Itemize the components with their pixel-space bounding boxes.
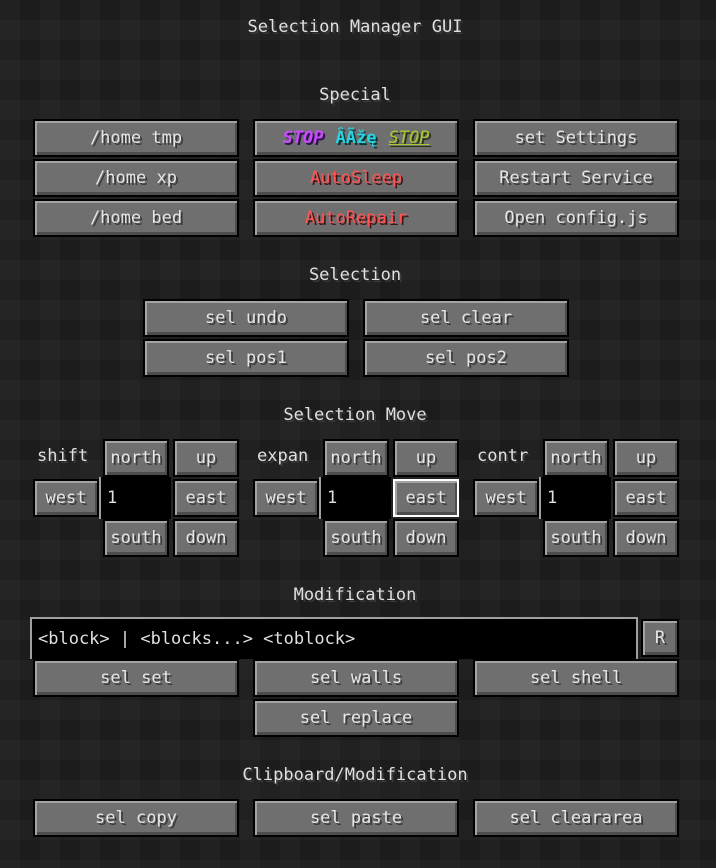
shift-label: shift — [37, 446, 89, 466]
stop-label-2: STOP — [388, 128, 430, 148]
set-settings-button[interactable]: set Settings — [473, 119, 679, 157]
obfuscated-text: ÂÃžę — [335, 128, 377, 148]
contract-east-button[interactable]: east — [613, 479, 679, 517]
restart-service-button[interactable]: Restart Service — [473, 159, 679, 197]
autosleep-button[interactable]: AutoSleep — [253, 159, 459, 197]
stop-button[interactable]: STOP ÂÃžę STOP — [253, 119, 459, 157]
selection-move-heading: Selection Move — [283, 405, 427, 425]
home-xp-button[interactable]: /home xp — [33, 159, 239, 197]
contract-up-button[interactable]: up — [613, 439, 679, 477]
selection-heading: Selection — [308, 265, 402, 285]
sel-pos2-button[interactable]: sel pos2 — [363, 339, 569, 377]
sel-cleararea-button[interactable]: sel cleararea — [473, 799, 679, 837]
shift-up-button[interactable]: up — [173, 439, 239, 477]
sel-copy-button[interactable]: sel copy — [33, 799, 239, 837]
shift-east-button[interactable]: east — [173, 479, 239, 517]
stop-label-1: STOP — [282, 128, 324, 148]
sel-set-button[interactable]: sel set — [33, 659, 239, 697]
contract-down-button[interactable]: down — [613, 519, 679, 557]
expand-up-button[interactable]: up — [393, 439, 459, 477]
autorepair-button[interactable]: AutoRepair — [253, 199, 459, 237]
sel-undo-button[interactable]: sel undo — [143, 299, 349, 337]
sel-pos1-button[interactable]: sel pos1 — [143, 339, 349, 377]
open-config-button[interactable]: Open config.js — [473, 199, 679, 237]
r-button[interactable]: R — [641, 619, 679, 657]
shift-north-button[interactable]: north — [103, 439, 169, 477]
expand-label: expan — [257, 446, 309, 466]
sel-replace-button[interactable]: sel replace — [253, 699, 459, 737]
gui-title: Selection Manager GUI — [247, 17, 463, 37]
sel-paste-button[interactable]: sel paste — [253, 799, 459, 837]
home-tmp-button[interactable]: /home tmp — [33, 119, 239, 157]
modification-heading: Modification — [293, 585, 417, 605]
shift-amount-input[interactable]: 1 — [99, 477, 171, 519]
contract-amount-input[interactable]: 1 — [539, 477, 611, 519]
shift-down-button[interactable]: down — [173, 519, 239, 557]
expand-west-button[interactable]: west — [253, 479, 319, 517]
shift-west-button[interactable]: west — [33, 479, 99, 517]
contract-north-button[interactable]: north — [543, 439, 609, 477]
sel-clear-button[interactable]: sel clear — [363, 299, 569, 337]
shift-south-button[interactable]: south — [103, 519, 169, 557]
sel-shell-button[interactable]: sel shell — [473, 659, 679, 697]
expand-down-button[interactable]: down — [393, 519, 459, 557]
block-pattern-input[interactable]: <block> | <blocks...> <toblock> — [30, 617, 638, 659]
sel-walls-button[interactable]: sel walls — [253, 659, 459, 697]
home-bed-button[interactable]: /home bed — [33, 199, 239, 237]
expand-south-button[interactable]: south — [323, 519, 389, 557]
clipboard-heading: Clipboard/Modification — [242, 765, 468, 785]
contract-label: contr — [477, 446, 529, 466]
expand-east-button[interactable]: east — [393, 479, 459, 517]
contract-south-button[interactable]: south — [543, 519, 609, 557]
expand-north-button[interactable]: north — [323, 439, 389, 477]
special-heading: Special — [319, 85, 391, 105]
contract-west-button[interactable]: west — [473, 479, 539, 517]
expand-amount-input[interactable]: 1 — [319, 477, 391, 519]
